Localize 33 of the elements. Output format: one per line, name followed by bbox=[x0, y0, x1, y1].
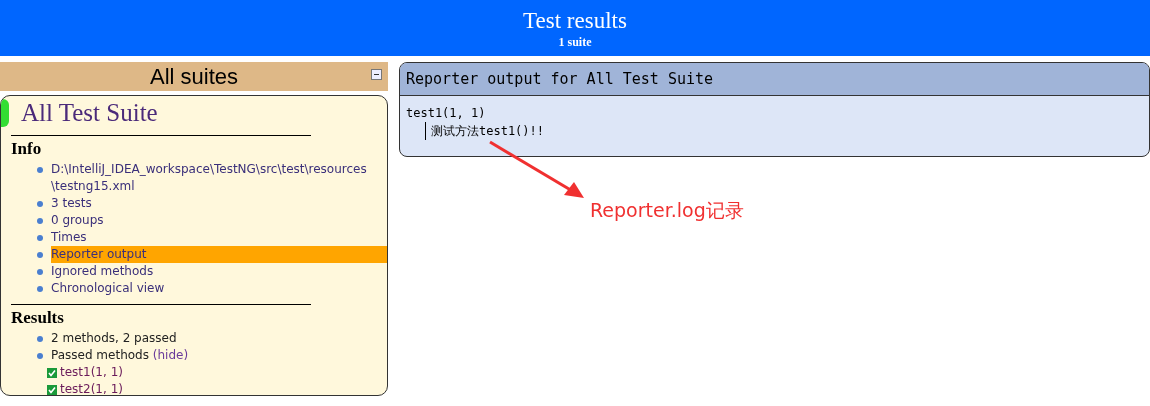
method-link[interactable]: test1(1, 1) bbox=[60, 364, 123, 381]
method-summary: 2 methods, 2 passed bbox=[51, 330, 177, 347]
bullet-icon bbox=[37, 201, 43, 207]
passed-label: Passed methods bbox=[51, 347, 149, 364]
bullet-icon bbox=[37, 353, 43, 359]
info-link[interactable]: 0 groups bbox=[51, 212, 371, 229]
suite-count: 1 suite bbox=[557, 34, 593, 50]
bullet-icon bbox=[37, 336, 43, 342]
info-link[interactable]: Times bbox=[51, 229, 371, 246]
bullet-icon bbox=[37, 252, 43, 258]
bullet-icon bbox=[37, 218, 43, 224]
log-line: 测试方法test1()!! bbox=[431, 123, 546, 140]
suites-title: All suites bbox=[149, 63, 238, 90]
bullet-icon bbox=[37, 235, 43, 241]
test-name: test1(1, 1) bbox=[406, 105, 487, 122]
section-heading: Results bbox=[11, 308, 65, 328]
bullet-icon bbox=[37, 167, 43, 173]
annotation-text: Reporter.log记录 bbox=[590, 198, 744, 223]
info-link[interactable]: D:\IntelliJ_IDEA_workspace\TestNG\src\test\resources\testng15.xml bbox=[51, 161, 371, 195]
info-link[interactable]: Chronological view bbox=[51, 280, 371, 297]
info-link[interactable]: 3 tests bbox=[51, 195, 371, 212]
page-title: Test results bbox=[522, 8, 628, 34]
bullet-icon bbox=[37, 286, 43, 292]
info-link[interactable]: Reporter output bbox=[51, 246, 387, 263]
status-marker bbox=[1, 99, 9, 127]
method-link[interactable]: test2(1, 1) bbox=[60, 381, 123, 395]
hide-link[interactable]: (hide) bbox=[152, 347, 189, 364]
info-link[interactable]: Ignored methods bbox=[51, 263, 371, 280]
reporter-title: Reporter output for All Test Suite bbox=[400, 63, 1149, 96]
bullet-icon bbox=[37, 269, 43, 275]
suite-name[interactable]: All Test Suite bbox=[21, 98, 387, 128]
section-heading: Info bbox=[11, 139, 43, 159]
collapse-icon[interactable] bbox=[371, 69, 382, 80]
